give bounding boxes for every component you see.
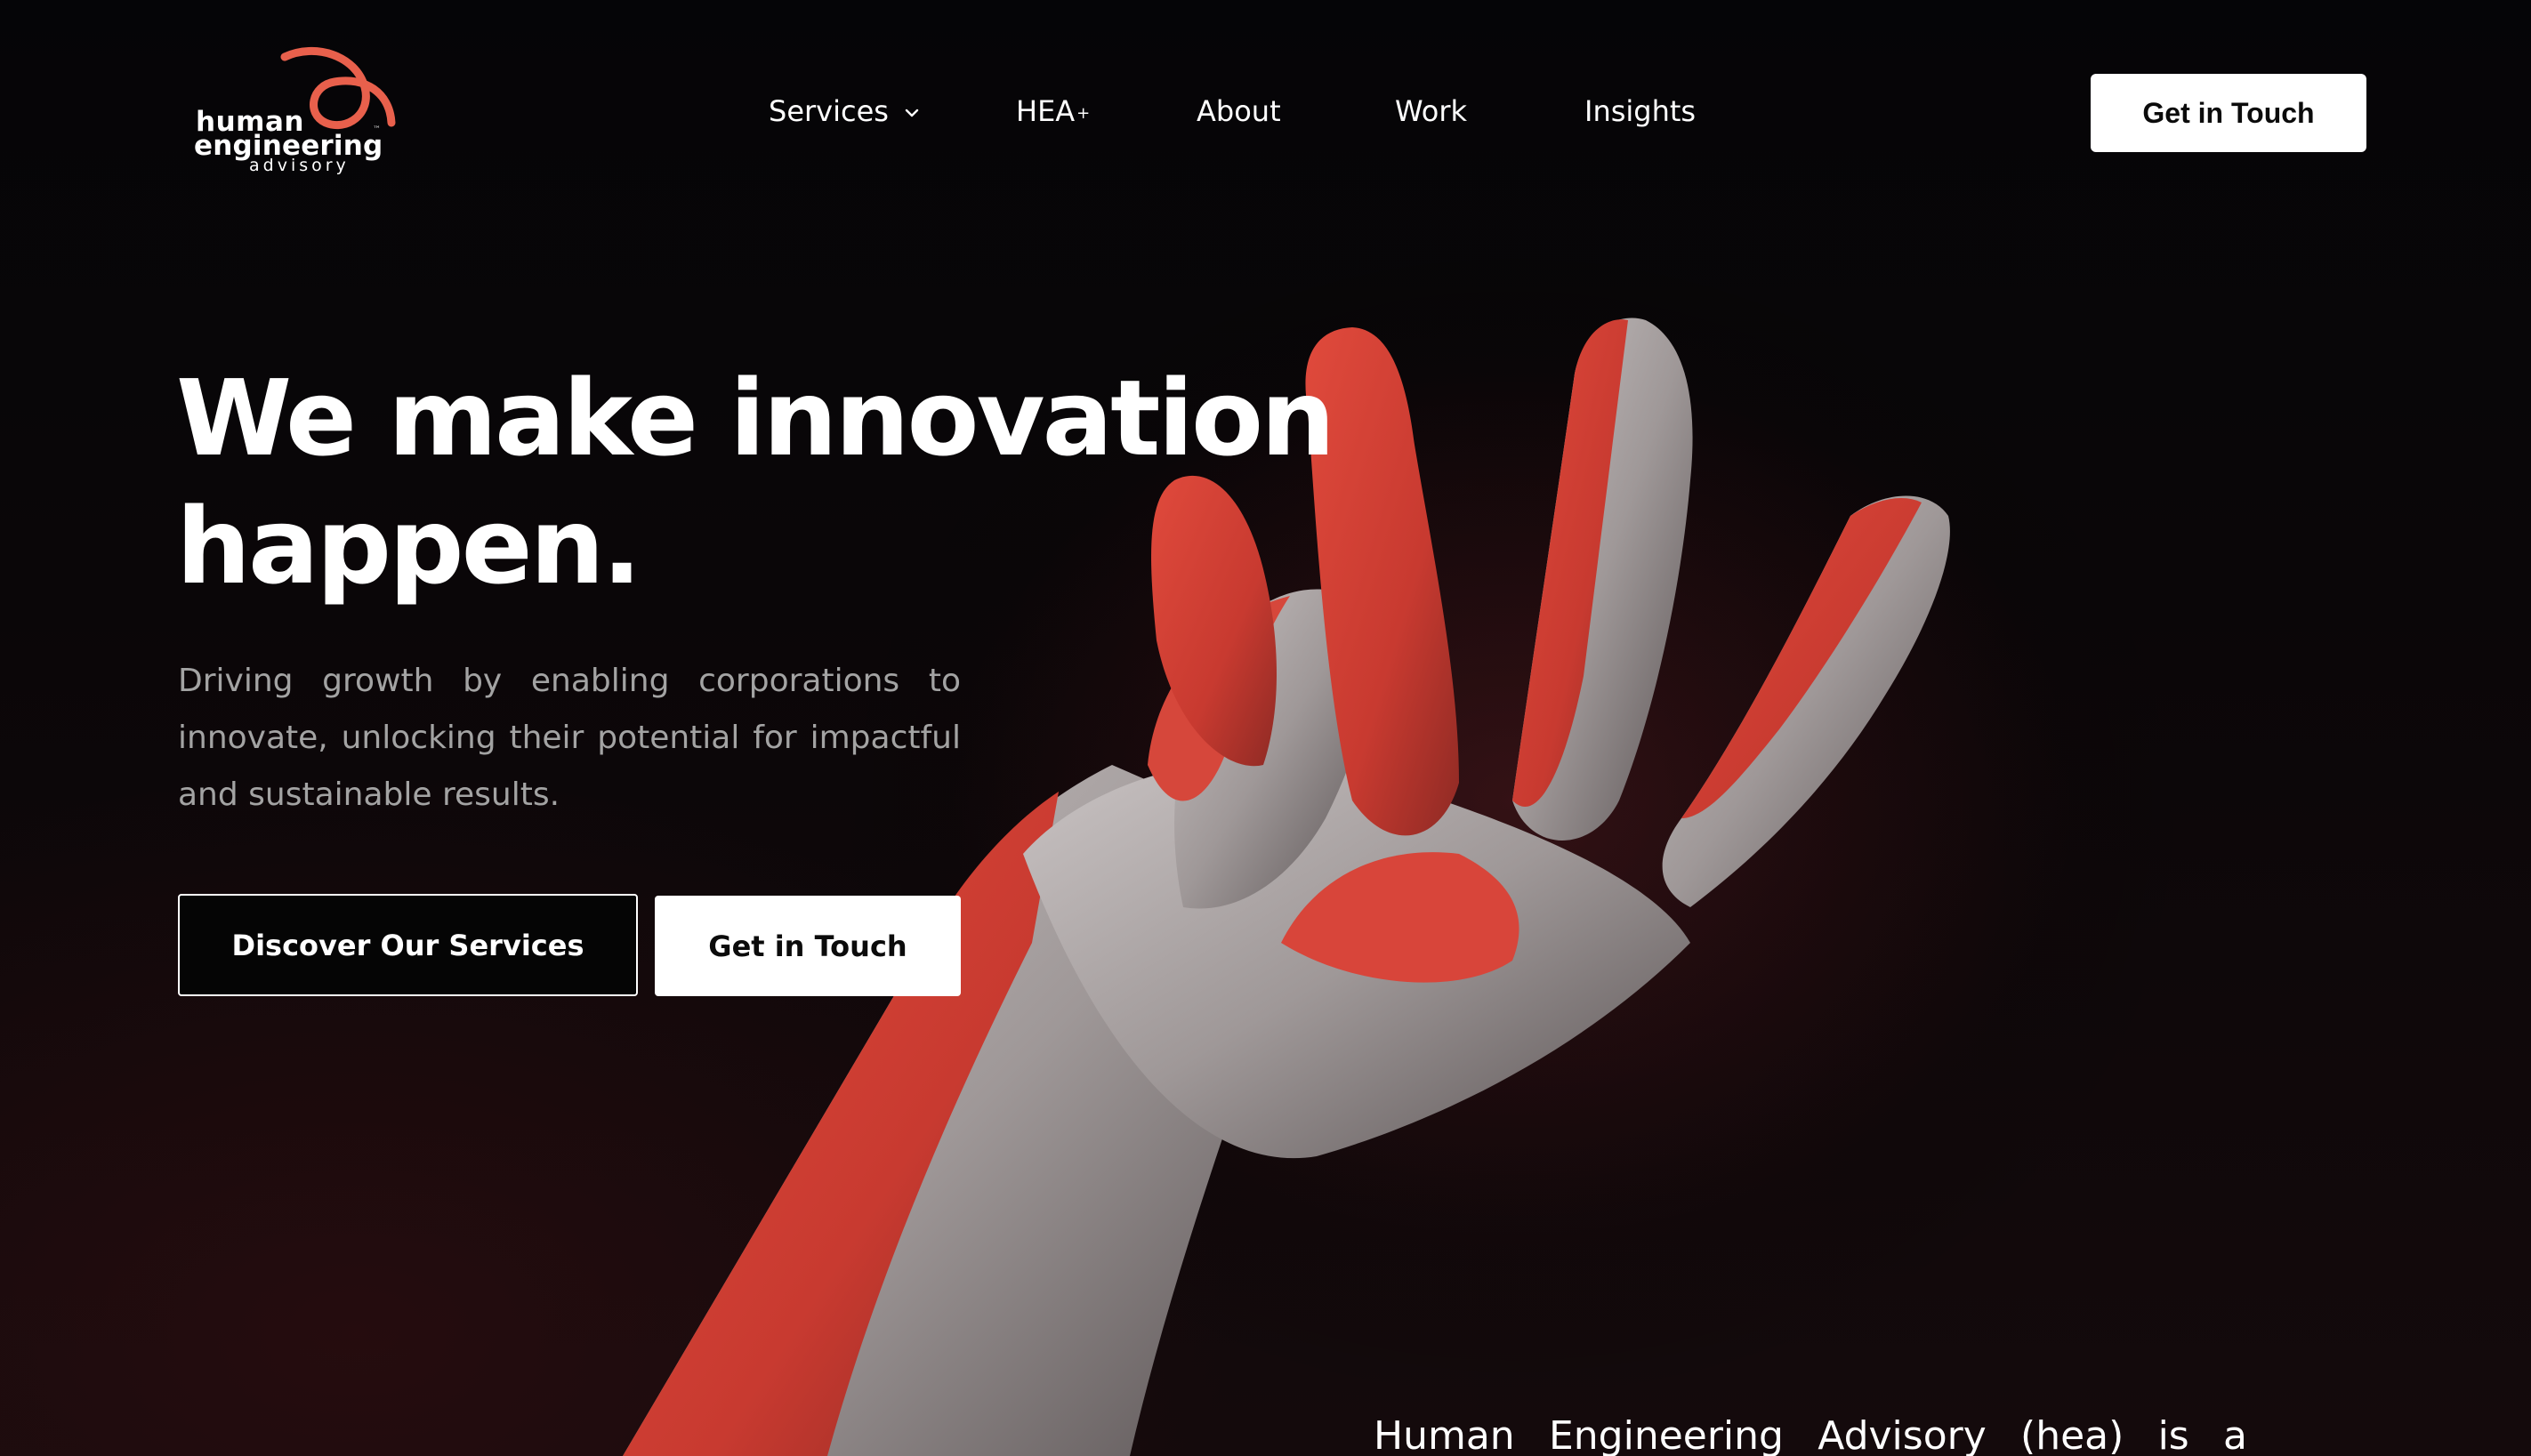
- brand-logo[interactable]: human engineering advisory ™: [190, 46, 396, 180]
- nav-item-work[interactable]: Work: [1395, 91, 1584, 132]
- nav-item-services[interactable]: Services: [769, 91, 1016, 132]
- intro-paragraph: Human Engineering Advisory (hea) is a: [1374, 1413, 2247, 1456]
- nav-item-about[interactable]: About: [1197, 91, 1395, 132]
- hero-title: We make innovation happen.: [176, 354, 1350, 610]
- hero-title-line-1: We make innovation: [176, 357, 1335, 479]
- nav-item-services-label: Services: [769, 94, 889, 128]
- hero-subtitle: Driving growth by enabling corporations …: [178, 663, 961, 813]
- header-get-in-touch-button[interactable]: Get in Touch: [2091, 74, 2366, 152]
- nav-item-insights[interactable]: Insights: [1584, 91, 1709, 132]
- page: human engineering advisory ™ Services HE…: [0, 0, 2531, 1456]
- hero-title-line-2: happen.: [176, 485, 641, 607]
- chevron-down-icon: [905, 109, 919, 117]
- nav-item-hea-label: HEA: [1016, 94, 1076, 128]
- discover-services-button[interactable]: Discover Our Services: [178, 894, 638, 996]
- nav-item-insights-label: Insights: [1584, 94, 1697, 128]
- nav-item-hea-plus[interactable]: HEA +: [1016, 88, 1197, 134]
- nav-item-about-label: About: [1197, 94, 1281, 128]
- main-nav: Services HEA + About Work Insights: [769, 91, 1709, 132]
- nav-item-work-label: Work: [1395, 94, 1468, 128]
- logo-trademark: ™: [373, 125, 381, 134]
- nav-item-hea-plus-suffix: +: [1076, 104, 1091, 123]
- hero-get-in-touch-button[interactable]: Get in Touch: [655, 896, 961, 996]
- logo-line-advisory: advisory: [249, 156, 350, 175]
